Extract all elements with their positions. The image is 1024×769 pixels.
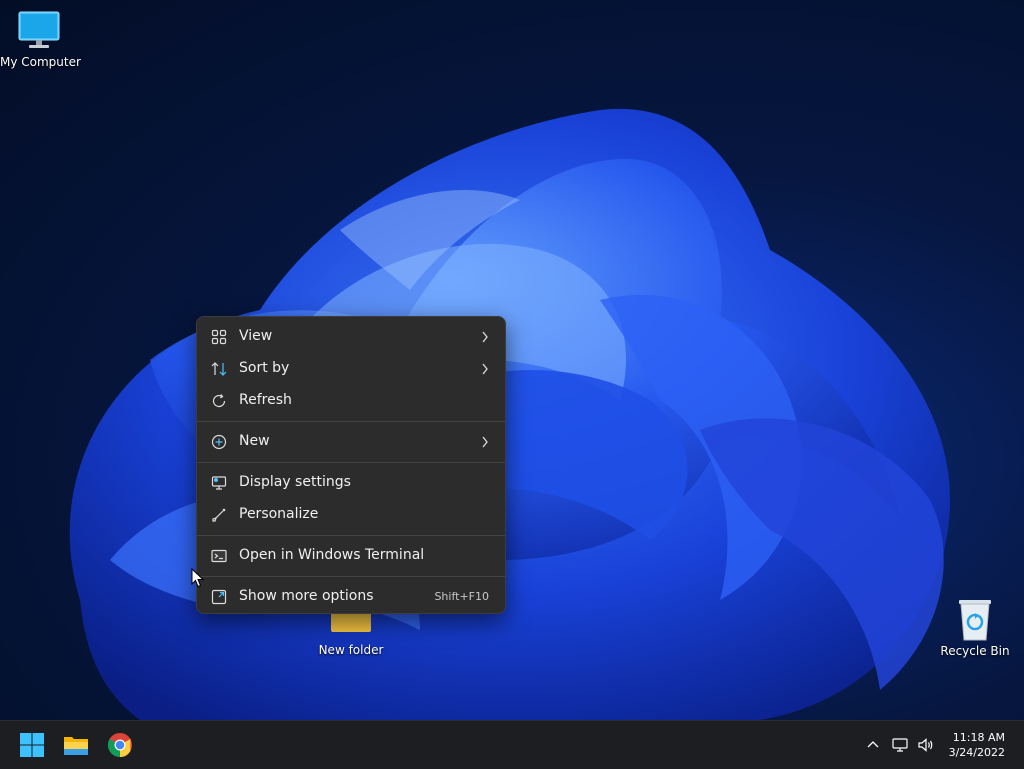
menu-separator [197,576,505,577]
volume-icon[interactable] [917,736,935,754]
refresh-icon [212,394,226,408]
monitor-icon [18,11,60,48]
sort-icon [211,362,227,376]
menu-item-personalize[interactable]: Personalize [197,499,505,531]
menu-item-label: Display settings [239,474,351,490]
grid-icon [211,329,227,345]
chevron-up-icon[interactable] [864,736,882,754]
chevron-right-icon [482,436,488,448]
windows-start-icon[interactable] [16,729,48,761]
menu-item-open-terminal[interactable]: Open in Windows Terminal [197,540,505,572]
chrome-icon[interactable] [104,729,136,761]
menu-item-label: Sort by [239,360,290,376]
brush-icon [212,508,226,522]
mouse-cursor-icon [191,568,205,588]
file-explorer-icon[interactable] [60,729,92,761]
chevron-right-icon [482,363,488,375]
menu-item-label: View [239,328,273,344]
menu-separator [197,421,505,422]
menu-separator [197,535,505,536]
menu-separator [197,462,505,463]
plus-circle-icon [211,434,227,450]
menu-item-shortcut: Shift+F10 [434,590,489,603]
clock-date: 3/24/2022 [948,746,1005,759]
wallpaper-bloom [69,108,950,720]
menu-item-view[interactable]: View [197,321,505,353]
desktop-icon-recycle-bin[interactable]: Recycle Bin [940,598,1010,658]
desktop-icon-label: New folder [318,643,384,657]
terminal-icon [211,549,227,563]
menu-item-label: Show more options [239,588,374,604]
clock-time: 11:18 AM [952,731,1005,744]
display-icon [211,476,227,490]
menu-item-refresh[interactable]: Refresh [197,385,505,417]
taskbar: 11:18 AM 3/24/2022 [0,720,1024,769]
menu-item-display-settings[interactable]: Display settings [197,467,505,499]
menu-item-label: Open in Windows Terminal [239,547,425,563]
chevron-right-icon [482,331,488,343]
network-icon[interactable] [891,736,909,754]
menu-item-new[interactable]: New [197,426,505,458]
menu-item-label: Personalize [239,506,319,522]
desktop-icon-my-computer[interactable]: My Computer [0,10,81,69]
desktop-icon-label: My Computer [0,55,81,69]
menu-item-sort-by[interactable]: Sort by [197,353,505,385]
desktop-context-menu: View Sort by Refresh New Display setting… [196,316,506,614]
menu-item-show-more-options[interactable]: Show more options Shift+F10 [197,581,505,613]
menu-item-label: Refresh [239,392,292,408]
menu-item-label: New [239,433,270,449]
desktop-icon-label: Recycle Bin [940,644,1010,658]
recycle-bin-icon [959,600,991,641]
expand-icon [211,589,227,605]
system-clock[interactable]: 11:18 AM 3/24/2022 [949,730,1005,760]
